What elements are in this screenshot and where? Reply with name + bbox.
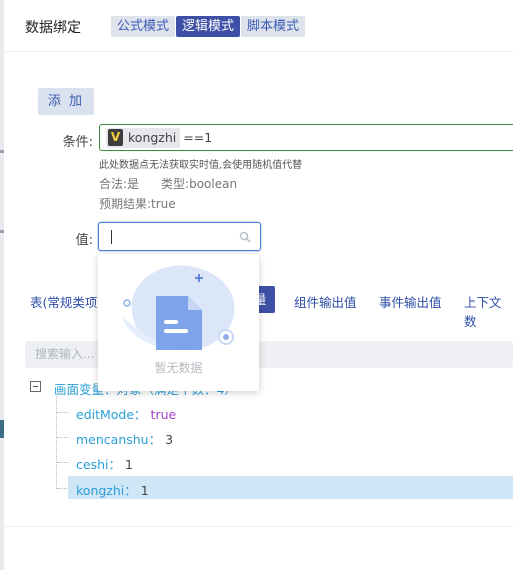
value-label: 值:	[75, 233, 93, 248]
tree-connector	[57, 437, 69, 438]
legal-status: 合法:是	[99, 177, 140, 191]
empty-data-text: 暂无数据	[154, 361, 203, 375]
variable-icon: V	[108, 129, 123, 146]
tree-connector	[57, 462, 69, 463]
mode-switch: 公式模式 逻辑模式 脚本模式	[111, 16, 306, 37]
tab-component-output[interactable]: 组件输出值	[294, 292, 357, 311]
dialog-title: 数据绑定	[25, 20, 81, 36]
node-key: ceshi：	[76, 457, 121, 472]
condition-validation: 合法:是 类型:boolean	[99, 175, 237, 192]
tree-node-mencanshu[interactable]: mencanshu： 3	[76, 429, 173, 448]
variable-chip[interactable]: V kongzhi	[106, 127, 181, 148]
expected-result: 预期结果:true	[99, 197, 176, 211]
value-dropdown: 暂无数据	[98, 254, 259, 391]
value-search-input[interactable]	[98, 222, 261, 251]
mode-logic-button[interactable]: 逻辑模式	[176, 16, 241, 37]
text-caret	[111, 230, 112, 244]
condition-input[interactable]: V kongzhi ==1	[99, 124, 513, 151]
type-status: 类型:boolean	[161, 177, 238, 191]
header-divider	[4, 51, 513, 52]
node-value: 1	[140, 483, 149, 498]
node-value: 3	[165, 432, 174, 447]
tab-regular[interactable]: 表(常规类项	[30, 292, 97, 311]
tab-event-output[interactable]: 事件输出值	[379, 292, 442, 311]
node-key: kongzhi：	[76, 483, 137, 498]
empty-data-illustration	[122, 265, 235, 351]
tree-node-kongzhi[interactable]: kongzhi： 1	[76, 480, 149, 499]
condition-hint: 此处数据点无法获取实时值,会使用随机值代替	[99, 160, 303, 171]
condition-expression: ==1	[183, 130, 213, 145]
mode-script-button[interactable]: 脚本模式	[241, 16, 306, 37]
search-icon	[239, 231, 251, 243]
node-key: editMode：	[76, 407, 147, 422]
node-key: mencanshu：	[76, 432, 162, 447]
node-value: true	[150, 407, 177, 422]
tree-connector	[57, 412, 69, 413]
tree-node-editmode[interactable]: editMode： true	[76, 404, 176, 423]
variable-name: kongzhi	[128, 130, 177, 145]
add-button[interactable]: 添 加	[38, 88, 94, 115]
collapse-toggle-icon[interactable]	[30, 381, 41, 392]
node-value: 1	[124, 457, 133, 472]
background-page-edge	[0, 0, 4, 570]
tree-node-ceshi[interactable]: ceshi： 1	[76, 454, 133, 473]
tree-connector	[56, 396, 57, 489]
condition-label: 条件:	[62, 135, 93, 150]
tab-context[interactable]: 上下文数	[464, 292, 513, 330]
mode-formula-button[interactable]: 公式模式	[111, 16, 176, 37]
footer-divider	[4, 526, 513, 527]
